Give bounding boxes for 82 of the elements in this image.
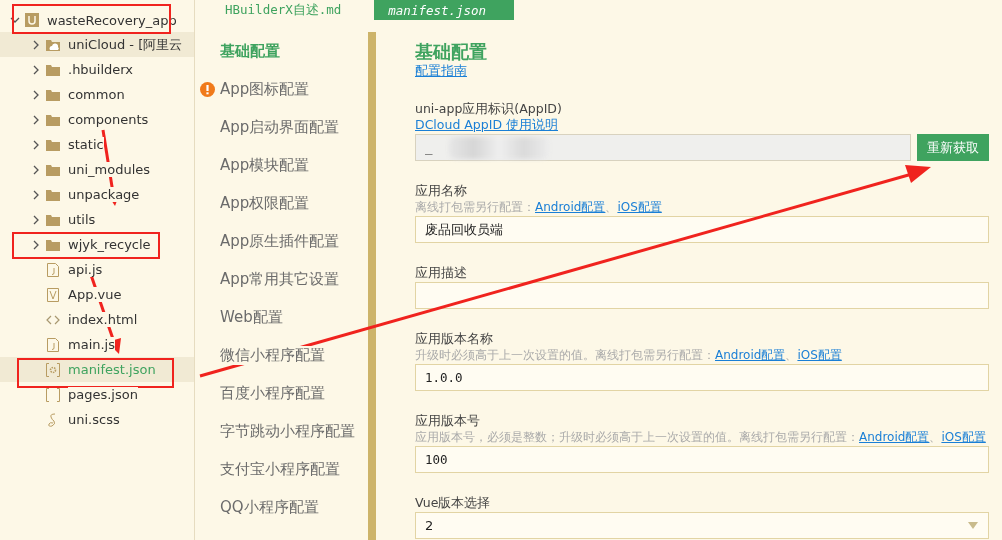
gear-file-icon (46, 362, 60, 377)
settings-nav-item[interactable]: App原生插件配置 (220, 231, 340, 251)
config-link[interactable]: iOS配置 (797, 348, 842, 362)
chevron-right-icon[interactable] (31, 214, 41, 225)
config-link[interactable]: Android配置 (859, 430, 930, 444)
settings-nav-item[interactable]: App图标配置 (220, 79, 310, 99)
input-field[interactable] (415, 282, 989, 309)
tree-item[interactable]: uniCloud - [阿里云 (0, 32, 194, 57)
chevron-right-icon[interactable] (31, 164, 41, 175)
chevron-right-icon[interactable] (31, 89, 41, 100)
tree-item[interactable]: utils (0, 207, 194, 232)
chevron-right-icon[interactable] (31, 139, 41, 150)
hint-text: 应用版本号，必须是整数；升级时必须高于上一次设置的值。离线打包需另行配置：Android配置、iOS配置 (415, 429, 987, 445)
hint-text: 升级时必须高于上一次设置的值。离线打包需另行配置：Android配置、iOS配置 (415, 347, 843, 363)
file-icon (47, 262, 59, 277)
tree-item[interactable]: api.js (0, 257, 194, 282)
project-icon (25, 13, 39, 27)
folder-icon (46, 63, 60, 76)
hint-text: 离线打包需另行配置：Android配置、iOS配置 (415, 199, 663, 215)
input-field[interactable]: 1.0.0 (415, 364, 989, 391)
settings-nav-item[interactable]: App权限配置 (220, 193, 310, 213)
folder-icon (46, 188, 60, 201)
settings-nav-item[interactable]: 基础配置 (220, 41, 280, 61)
file-icon (47, 287, 59, 302)
tree-item[interactable]: static (0, 132, 194, 157)
settings-nav-item[interactable]: 字节跳动小程序配置 (220, 421, 355, 441)
refetch-button[interactable]: 重新获取 (917, 134, 989, 161)
tree-item[interactable]: pages.json (0, 382, 194, 407)
folder-icon (46, 88, 60, 101)
chevron-right-icon[interactable] (31, 239, 41, 250)
brackets-icon (46, 387, 60, 402)
config-link[interactable]: iOS配置 (941, 430, 986, 444)
settings-nav-item[interactable]: 百度小程序配置 (220, 383, 325, 403)
config-link[interactable]: Android配置 (535, 200, 606, 214)
settings-nav-item[interactable]: 微信小程序配置 (220, 345, 325, 365)
settings-nav-item[interactable]: Web配置 (220, 307, 283, 327)
tree-item[interactable]: .hbuilderx (0, 57, 194, 82)
settings-nav-item[interactable]: App启动界面配置 (220, 117, 340, 137)
editor-tab[interactable]: HBuilderX自述.md (225, 0, 358, 20)
chevron-down-icon[interactable] (10, 15, 20, 25)
folder-icon (46, 138, 60, 151)
chevron-right-icon[interactable] (31, 189, 41, 200)
tree-item[interactable]: uni.scss (0, 407, 194, 432)
field-label: Vue版本选择 (415, 495, 492, 511)
help-link[interactable]: DCloud AppID 使用说明 (415, 117, 558, 133)
tree-item[interactable]: uni_modules (0, 157, 194, 182)
field-label: 应用版本名称 (415, 331, 494, 347)
config-link[interactable]: iOS配置 (617, 200, 662, 214)
tree-item[interactable]: main.js (0, 332, 194, 357)
chevron-right-icon[interactable] (31, 114, 41, 125)
folder-icon (46, 238, 60, 251)
config-link[interactable]: Android配置 (715, 348, 786, 362)
input-field[interactable]: 废品回收员端 (415, 216, 989, 243)
tree-item[interactable]: common (0, 82, 194, 107)
editor-tab[interactable]: manifest.json (374, 0, 515, 20)
tree-item[interactable]: index.html (0, 307, 194, 332)
input-field[interactable]: _ (415, 134, 911, 161)
chevron-right-icon[interactable] (31, 39, 41, 50)
settings-nav-item[interactable]: App常用其它设置 (220, 269, 340, 289)
code-icon (46, 314, 60, 325)
settings-nav-item[interactable]: App模块配置 (220, 155, 310, 175)
settings-nav-item[interactable]: QQ小程序配置 (220, 497, 319, 517)
settings-nav-item[interactable]: 支付宝小程序配置 (220, 459, 340, 479)
folder-icon (46, 113, 60, 126)
page-title: 基础配置 (415, 41, 488, 63)
guide-link[interactable]: 配置指南 (415, 63, 467, 79)
field-label: 应用版本号 (415, 413, 481, 429)
folder-icon (46, 38, 60, 51)
caret-icon (968, 522, 978, 529)
field-label: uni-app应用标识(AppID) (415, 101, 563, 117)
input-field[interactable]: 100 (415, 446, 989, 473)
tree-item[interactable]: wjyk_recycle (0, 232, 194, 257)
tree-item[interactable]: components (0, 107, 194, 132)
field-label: 应用描述 (415, 265, 468, 281)
folder-icon (46, 213, 60, 226)
dropdown[interactable]: 2 (415, 512, 989, 539)
tree-item[interactable]: App.vue (0, 282, 194, 307)
tree-item[interactable]: unpackage (0, 182, 194, 207)
chevron-right-icon[interactable] (31, 64, 41, 75)
file-icon (47, 337, 59, 352)
field-label: 应用名称 (415, 183, 468, 199)
folder-icon (46, 163, 60, 176)
